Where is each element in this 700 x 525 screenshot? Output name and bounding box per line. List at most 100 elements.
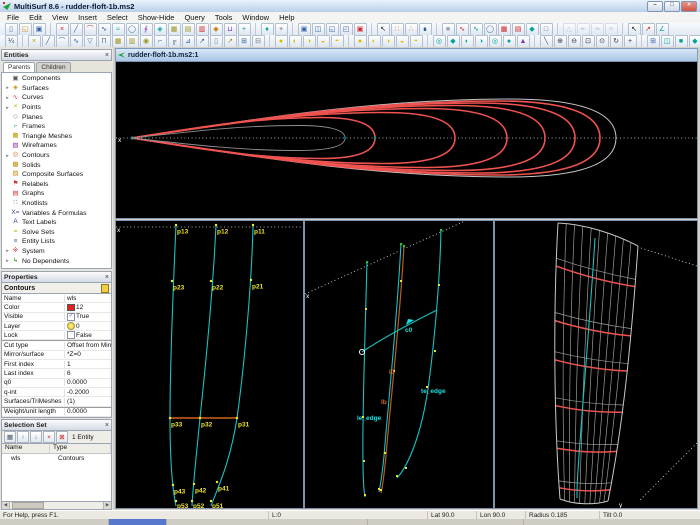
point-label-p41[interactable]: p41 [218, 486, 230, 493]
tree-item-system[interactable]: ▸ ※ System [2, 247, 111, 257]
shaded-mode-icon[interactable]: ■ [674, 35, 688, 47]
insert-grid-icon[interactable]: ▥ [125, 35, 139, 47]
entities-close-icon[interactable]: × [105, 52, 109, 59]
station-curve-3[interactable] [169, 224, 177, 507]
point-marker-p42[interactable] [192, 482, 196, 486]
viewport-3d[interactable]: y [494, 220, 698, 509]
point-marker-p53[interactable] [174, 499, 178, 503]
arc-tool-icon[interactable]: ⌒ [83, 23, 97, 35]
insert-mesh-icon[interactable]: ▦ [111, 35, 125, 47]
entity-label-lb[interactable]: lb [381, 399, 387, 406]
scroll-thumb[interactable] [12, 502, 44, 509]
tree-item-entity-lists[interactable]: ≡ Entity Lists [2, 237, 111, 247]
selection-col-name[interactable]: Name [2, 444, 50, 453]
zoom-in-icon[interactable]: ⊕ [553, 35, 567, 47]
tree-item-variables-formulas[interactable]: X= Variables & Formulas [2, 208, 111, 218]
align-icon[interactable]: △ [562, 23, 576, 35]
menu-file[interactable]: File [2, 12, 24, 23]
point-marker-p51[interactable] [209, 499, 213, 503]
view-back-icon[interactable]: ◆ [446, 35, 460, 47]
point-marker-p43[interactable] [171, 483, 175, 487]
scroll-right-icon[interactable]: ▶ [103, 502, 111, 509]
tree-item-relabels[interactable]: ⚑ Relabels [2, 180, 111, 190]
hide-related-bulb-icon[interactable]: ◒ [395, 35, 409, 47]
blue-circle-icon[interactable]: ◯ [483, 23, 497, 35]
document-title-bar[interactable]: rudder-floft-1b.ms2:1 [115, 48, 698, 62]
tree-item-wireframes[interactable]: ▧ Wireframes [2, 141, 111, 151]
point-marker-p21[interactable] [249, 278, 253, 282]
point-marker-p31[interactable] [235, 416, 239, 420]
contour-wl2[interactable] [131, 111, 456, 165]
select-cursor-icon[interactable]: ↖ [376, 23, 390, 35]
window-split-icon[interactable]: ◫ [311, 23, 325, 35]
insert-shield-icon[interactable]: ▽ [83, 35, 97, 47]
point-label-p43[interactable]: p43 [174, 489, 186, 496]
point-label-p21[interactable]: p21 [252, 284, 264, 291]
teal-gem-icon[interactable]: ◆ [525, 23, 539, 35]
insert-bracket-icon[interactable]: ╔ [167, 35, 181, 47]
tree-item-composite-surfaces[interactable]: ▨ Composite Surfaces [2, 170, 111, 180]
menu-edit[interactable]: Edit [24, 12, 47, 23]
tree-item-solve-sets[interactable]: = Solve Sets [2, 228, 111, 238]
add-entity-icon[interactable]: + [237, 23, 251, 35]
selection-close-icon[interactable]: × [105, 422, 109, 429]
menu-select[interactable]: Select [102, 12, 133, 23]
menu-insert[interactable]: Insert [73, 12, 102, 23]
tree-item-solids[interactable]: ▩ Solids [2, 160, 111, 170]
outline-root[interactable] [131, 98, 617, 178]
expander-icon[interactable]: ▸ [4, 85, 11, 91]
tree-item-knotlists[interactable]: ∷ Knotlists [2, 199, 111, 209]
pan-view-icon[interactable]: + [623, 35, 637, 47]
hide-parents-bulb-icon[interactable]: ◐ [367, 35, 381, 47]
frame-box-icon[interactable]: □ [539, 23, 553, 35]
tree-item-curves[interactable]: ▸ ∿ Curves [2, 93, 111, 103]
insert-corner-icon[interactable]: ⌐ [153, 35, 167, 47]
entity-label-c0[interactable]: c0 [405, 327, 413, 334]
next-icon[interactable]: ↠ [590, 23, 604, 35]
point-marker-p12[interactable] [214, 223, 218, 227]
close-button[interactable]: × [681, 0, 697, 12]
view-home-icon[interactable]: ▲ [516, 35, 530, 47]
selection-col-type[interactable]: Type [50, 444, 111, 453]
show-list-bulb-icon[interactable]: ◓ [330, 35, 344, 47]
snake-tool-icon[interactable]: ≈ [111, 23, 125, 35]
tree-item-triangle-meshes[interactable]: ▦ Triangle Meshes [2, 132, 111, 142]
tree-item-frames[interactable]: ⌐ Frames [2, 122, 111, 132]
maximize-button[interactable]: □ [664, 0, 680, 12]
red-table-icon[interactable]: ▤ [511, 23, 525, 35]
insert-plus-icon[interactable]: + [274, 23, 288, 35]
expander-icon[interactable]: ▸ [4, 258, 11, 264]
mesh-tool-icon[interactable]: ▦ [167, 23, 181, 35]
lb-curve[interactable] [378, 242, 402, 493]
station-curve-1[interactable] [210, 224, 254, 507]
viewport-plan[interactable]: x p13 p12 p11 p23 p22 p21 p33 p32 p31 p43 p42 p41 p5… [115, 220, 304, 509]
point-label-p32[interactable]: p32 [201, 422, 213, 429]
insert-package-icon[interactable]: ⊞ [237, 35, 251, 47]
entity-label-le-edge[interactable]: le_edge [357, 415, 382, 422]
tree-item-graphs[interactable]: ▤ Graphs [2, 189, 111, 199]
pick-point-icon[interactable]: ↗ [641, 23, 655, 35]
menu-tools[interactable]: Tools [210, 12, 238, 23]
checkbox-icon[interactable] [67, 417, 75, 418]
checkbox-icon[interactable] [67, 331, 75, 340]
show-parents-bulb-icon[interactable]: ◐ [288, 35, 302, 47]
tree-item-surfaces[interactable]: ▸ ◈ Surfaces [2, 84, 111, 94]
insert-point-icon[interactable]: × [27, 35, 41, 47]
scroll-left-icon[interactable]: ◀ [2, 502, 10, 509]
insert-doc-icon[interactable]: ▯ [209, 35, 223, 47]
solid-tool-icon[interactable]: ◆ [209, 23, 223, 35]
open-folder-icon[interactable]: ◱ [18, 23, 32, 35]
tree-item-text-labels[interactable]: A Text Labels [2, 218, 111, 228]
sheet-tool-icon[interactable]: ▤ [181, 23, 195, 35]
zoom-window-icon[interactable]: ⊡ [581, 35, 595, 47]
save-icon[interactable]: ▣ [32, 23, 46, 35]
insert-line-icon[interactable]: ╱ [41, 35, 55, 47]
window-default-icon[interactable]: ▣ [297, 23, 311, 35]
station-curve-2[interactable] [191, 224, 217, 507]
container-tool-icon[interactable]: ⊔ [223, 23, 237, 35]
point-marker-p23[interactable] [170, 279, 174, 283]
selection-clear-icon[interactable]: ⊠ [56, 431, 68, 443]
pick-arrow-icon[interactable]: ↖ [627, 23, 641, 35]
zoom-out-icon[interactable]: ⊖ [567, 35, 581, 47]
red-mesh-icon[interactable]: ▦ [497, 23, 511, 35]
